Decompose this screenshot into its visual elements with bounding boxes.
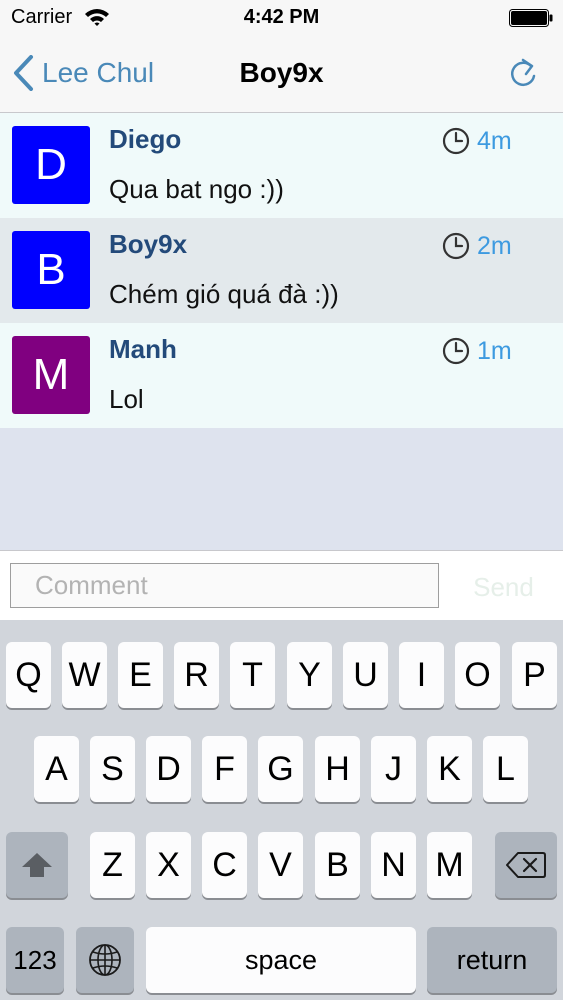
key-label: N — [381, 845, 406, 884]
keyboard: Q W E R T Y U I O P A S D F G H J K L Z … — [0, 620, 563, 1000]
key-label: A — [45, 749, 68, 788]
message-row[interactable]: B Boy9x 2m Chém gió quá đà :)) — [0, 218, 563, 323]
clock-icon — [442, 127, 470, 155]
key-label: X — [157, 845, 180, 884]
key-g[interactable]: G — [258, 736, 303, 802]
navigation-bar: Lee Chul Boy9x — [0, 36, 563, 113]
key-w[interactable]: W — [62, 642, 107, 708]
message-author: Manh — [109, 334, 177, 364]
key-j[interactable]: J — [371, 736, 416, 802]
message-row[interactable]: M Manh 1m Lol — [0, 323, 563, 428]
clock-icon — [442, 337, 470, 365]
key-h[interactable]: H — [315, 736, 360, 802]
key-label: R — [184, 655, 209, 694]
key-label: G — [267, 749, 294, 788]
message-row[interactable]: D Diego 4m Qua bat ngo :)) — [0, 113, 563, 218]
send-button[interactable]: Send — [456, 565, 551, 609]
key-q[interactable]: Q — [6, 642, 51, 708]
message-text: Lol — [109, 384, 144, 414]
message-time: 4m — [477, 126, 512, 155]
key-x[interactable]: X — [146, 832, 191, 898]
key-label: return — [456, 944, 528, 975]
key-l[interactable]: L — [483, 736, 528, 802]
message-text: Qua bat ngo :)) — [109, 174, 284, 204]
clock-time: 4:42 PM — [243, 6, 320, 28]
key-label: Q — [15, 655, 42, 694]
key-t[interactable]: T — [230, 642, 275, 708]
avatar: B — [12, 231, 90, 309]
key-label: U — [353, 655, 378, 694]
key-v[interactable]: V — [258, 832, 303, 898]
status-bar: Carrier 4:42 PM — [0, 0, 563, 36]
message-time: 1m — [477, 336, 512, 365]
key-label: D — [156, 749, 181, 788]
page-title: Boy9x — [239, 57, 324, 88]
key-o[interactable]: O — [455, 642, 500, 708]
avatar: D — [12, 126, 90, 204]
comment-composer: Send — [0, 550, 563, 621]
key-label: Z — [102, 845, 123, 884]
message-timestamp: 2m — [442, 231, 512, 261]
key-m[interactable]: M — [427, 832, 472, 898]
message-author: Boy9x — [109, 229, 188, 259]
return-key[interactable]: return — [427, 927, 557, 993]
key-p[interactable]: P — [512, 642, 557, 708]
key-y[interactable]: Y — [287, 642, 332, 708]
key-z[interactable]: Z — [90, 832, 135, 898]
key-label: B — [326, 845, 349, 884]
key-label: J — [385, 749, 402, 788]
message-time: 2m — [477, 231, 512, 260]
key-label: K — [438, 749, 461, 788]
refresh-icon[interactable] — [506, 56, 540, 97]
message-timestamp: 1m — [442, 336, 512, 366]
key-f[interactable]: F — [202, 736, 247, 802]
numbers-key[interactable]: 123 — [6, 927, 64, 993]
key-label: V — [269, 845, 292, 884]
comment-input[interactable] — [10, 563, 439, 608]
battery-icon — [509, 9, 553, 32]
key-d[interactable]: D — [146, 736, 191, 802]
avatar: M — [12, 336, 90, 414]
globe-key[interactable] — [76, 927, 134, 993]
key-label: S — [101, 749, 124, 788]
key-label: O — [464, 655, 491, 694]
space-key[interactable]: space — [146, 927, 416, 993]
key-k[interactable]: K — [427, 736, 472, 802]
key-s[interactable]: S — [90, 736, 135, 802]
message-timestamp: 4m — [442, 126, 512, 156]
key-label: W — [68, 655, 101, 694]
key-u[interactable]: U — [343, 642, 388, 708]
key-label: Y — [298, 655, 321, 694]
key-label: H — [325, 749, 350, 788]
delete-key[interactable] — [495, 832, 557, 898]
key-label: T — [242, 655, 263, 694]
key-label: F — [214, 749, 235, 788]
key-c[interactable]: C — [202, 832, 247, 898]
key-label: L — [496, 749, 515, 788]
key-label: space — [244, 944, 318, 975]
key-label: E — [129, 655, 152, 694]
shift-key[interactable] — [6, 832, 68, 898]
message-text: Chém gió quá đà :)) — [109, 279, 339, 309]
key-label: I — [416, 655, 427, 694]
key-i[interactable]: I — [399, 642, 444, 708]
key-label: M — [435, 845, 464, 884]
key-r[interactable]: R — [174, 642, 219, 708]
globe-icon — [89, 944, 121, 976]
delete-icon — [506, 852, 546, 878]
key-n[interactable]: N — [371, 832, 416, 898]
key-label: P — [523, 655, 546, 694]
key-e[interactable]: E — [118, 642, 163, 708]
message-list[interactable]: D Diego 4m Qua bat ngo :)) B Boy9x 2m Ch… — [0, 113, 563, 550]
key-label: 123 — [13, 944, 57, 975]
key-label: C — [212, 845, 237, 884]
key-a[interactable]: A — [34, 736, 79, 802]
shift-icon — [22, 853, 52, 877]
message-author: Diego — [109, 124, 182, 154]
key-b[interactable]: B — [315, 832, 360, 898]
clock-icon — [442, 232, 470, 260]
